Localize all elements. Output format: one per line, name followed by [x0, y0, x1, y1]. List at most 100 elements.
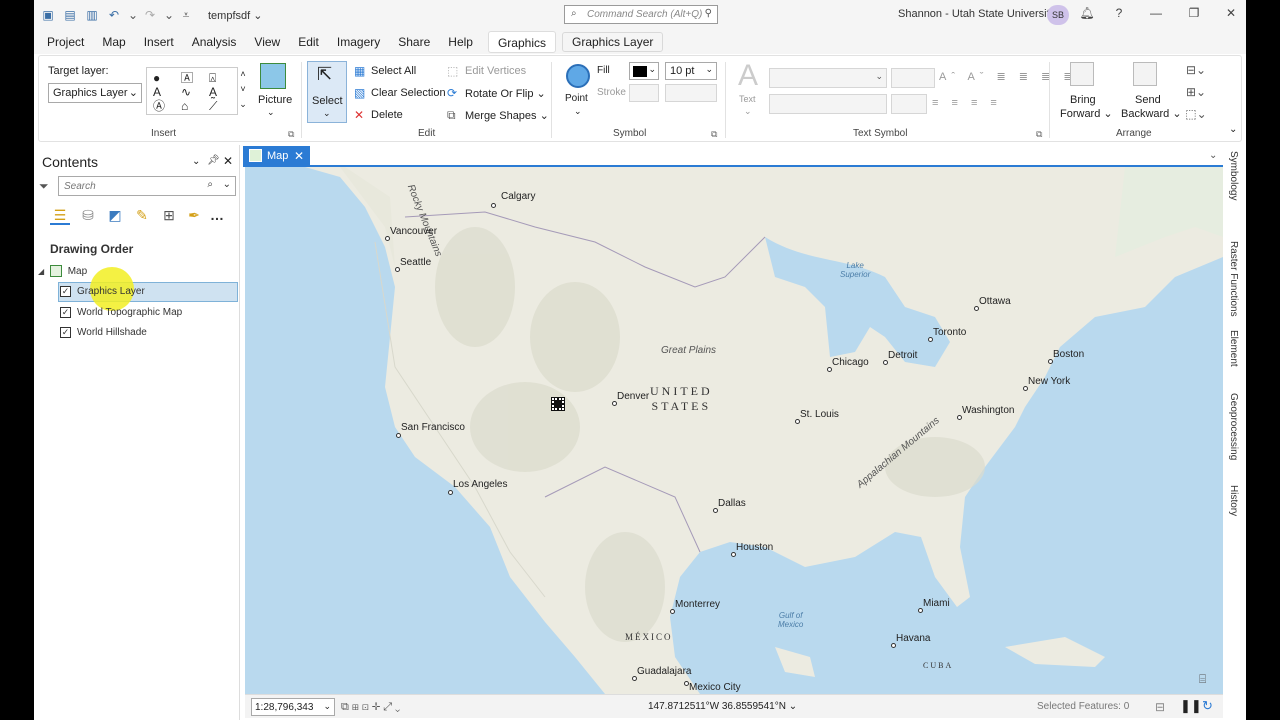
tab-share[interactable]: Share — [389, 31, 439, 53]
text-box-shape-icon[interactable]: 🄰 — [181, 71, 193, 85]
tab-map-view[interactable]: Map ✕ — [243, 146, 310, 166]
send-backward-dropdown[interactable]: Backward ⌄ — [1121, 107, 1182, 120]
tab-graphics[interactable]: Graphics — [487, 31, 556, 53]
list-by-data-source-icon[interactable]: ⛁ — [78, 205, 98, 225]
tab-edit[interactable]: Edit — [289, 31, 328, 53]
tab-map[interactable]: Map — [93, 31, 134, 53]
layer-world-topographic-map[interactable]: ✓ World Topographic Map — [60, 303, 182, 322]
pause-drawing-icon[interactable]: ❚❚ — [1180, 699, 1202, 713]
select-tool-button[interactable]: ⇱ Select ⌄ — [307, 61, 347, 123]
dock-tab-symbology[interactable]: Symbology — [1228, 151, 1239, 200]
send-backward-button[interactable]: Send — [1135, 94, 1161, 106]
splined-text-icon[interactable]: A̰ — [209, 85, 217, 99]
text-color-picker[interactable] — [891, 94, 927, 114]
undo-dropdown-icon[interactable]: ⌄ — [128, 7, 138, 23]
insert-dialog-launcher-icon[interactable]: ⧉ — [288, 127, 294, 141]
text-format-tools[interactable]: Aˆ Aˇ ≣ ≣ ≣ ≣ — [939, 70, 1078, 83]
point-dropdown-icon[interactable]: ⌄ — [574, 106, 582, 117]
new-project-icon[interactable]: ▣ — [40, 7, 56, 23]
restore-icon[interactable]: ❐ — [1186, 6, 1202, 20]
text-alignment-tools[interactable]: ≡ ≡ ≡ ≡ — [932, 97, 1002, 109]
fill-color-picker[interactable]: ⌄ — [629, 62, 659, 80]
tab-view[interactable]: View — [245, 31, 289, 53]
map-overview-icon[interactable]: ⌸ — [1199, 672, 1206, 686]
save-icon[interactable]: ▥ — [84, 7, 100, 23]
redo-dropdown-icon[interactable]: ⌄ — [164, 7, 174, 23]
circle-text-icon[interactable]: Ⓐ — [153, 99, 165, 113]
user-name[interactable]: Shannon - Utah State University — [898, 8, 1055, 20]
line-shape-icon[interactable]: ⟋ — [209, 99, 217, 113]
text-symbol-button[interactable]: Text — [739, 94, 756, 104]
dock-tab-history[interactable]: History — [1228, 485, 1239, 516]
scale-select[interactable]: 1:28,796,343 ⌄ — [251, 698, 335, 716]
shape-gallery[interactable]: ● 🄰 ⍓ A ∿ A̰ Ⓐ ⌂ ⟋ — [146, 67, 238, 115]
filter-icon[interactable]: ⏷ — [39, 179, 49, 193]
customize-toolbar-icon[interactable]: ⩡ — [178, 7, 194, 23]
picture-button[interactable]: Picture — [258, 94, 292, 106]
command-search-input[interactable]: ⌕ Command Search (Alt+Q) ⚲ — [564, 5, 718, 24]
microphone-icon[interactable]: ⚲ — [705, 8, 712, 19]
list-by-selection-icon[interactable]: ◩ — [105, 205, 125, 225]
target-layer-select[interactable]: Graphics Layer ⌄ — [48, 83, 142, 103]
project-name-menu[interactable]: tempfsdf ⌄ — [208, 9, 262, 22]
avatar[interactable]: SB — [1047, 5, 1069, 25]
text-symbol-dialog-launcher-icon[interactable]: ⧉ — [1036, 127, 1042, 141]
minimize-icon[interactable]: — — [1148, 6, 1164, 20]
pin-icon[interactable]: 📌︎ — [207, 154, 220, 168]
contents-search-input[interactable]: Search ⌕ ⌄ — [58, 176, 236, 196]
help-icon[interactable]: ? — [1111, 6, 1127, 20]
clear-selection-button[interactable]: Clear Selection — [371, 87, 446, 99]
gallery-scroll-icon[interactable]: ˄ ˅ ⌄ — [238, 67, 248, 112]
dock-tab-element[interactable]: Element — [1228, 330, 1239, 367]
layer-visibility-checkbox[interactable]: ✓ — [60, 306, 71, 318]
pane-options-icon[interactable]: ⌄ — [192, 155, 200, 169]
tab-help[interactable]: Help — [439, 31, 482, 53]
bring-forward-button[interactable]: Bring — [1070, 94, 1096, 106]
list-by-snapping-icon[interactable]: ⊞ — [159, 205, 179, 225]
tab-graphics-layer[interactable]: Graphics Layer — [562, 32, 664, 52]
font-name-select[interactable]: ⌄ — [769, 68, 887, 88]
refresh-icon[interactable]: ↻ — [1202, 699, 1213, 713]
selected-point-graphic[interactable] — [551, 397, 565, 411]
distribute-icon[interactable]: ⊞⌄ — [1183, 85, 1209, 99]
list-by-editing-icon[interactable]: ✎ — [132, 205, 152, 225]
polygon-text-icon[interactable]: ⌂ — [181, 99, 188, 113]
callout-shape-icon[interactable]: ⍓ — [209, 71, 216, 85]
symbol-dialog-launcher-icon[interactable]: ⧉ — [711, 127, 717, 141]
text-dropdown-icon[interactable]: ⌄ — [744, 106, 752, 117]
picture-dropdown-icon[interactable]: ⌄ — [267, 107, 275, 118]
point-symbol-button[interactable]: Point — [565, 93, 588, 104]
tab-imagery[interactable]: Imagery — [328, 31, 389, 53]
size-select[interactable]: 10 pt ⌄ — [665, 62, 717, 80]
layer-visibility-checkbox[interactable]: ✓ — [60, 326, 71, 338]
bring-forward-dropdown[interactable]: Forward ⌄ — [1060, 107, 1113, 120]
more-options-icon[interactable]: … — [207, 205, 227, 225]
align-icon[interactable]: ⊟⌄ — [1183, 63, 1209, 77]
layer-world-hillshade[interactable]: ✓ World Hillshade — [60, 323, 147, 342]
undo-icon[interactable]: ↶ — [106, 7, 122, 23]
map-canvas[interactable]: Rocky Mountains Great Plains Appalachian… — [245, 167, 1223, 694]
tab-analysis[interactable]: Analysis — [183, 31, 246, 53]
select-all-button[interactable]: Select All — [371, 65, 416, 77]
text-shape-icon[interactable]: A — [153, 85, 161, 99]
coordinates-readout[interactable]: 147.8712511°W 36.8559541°N ⌄ — [648, 701, 797, 712]
stroke-width-input[interactable] — [665, 84, 717, 102]
open-project-icon[interactable]: ▤ — [62, 7, 78, 23]
search-options-icon[interactable]: ⌄ — [223, 179, 231, 190]
close-pane-icon[interactable]: ✕ — [223, 154, 233, 168]
layer-graphics-layer[interactable]: ✓ Graphics Layer — [60, 282, 145, 301]
curved-text-icon[interactable]: ∿ — [181, 85, 191, 99]
point-shape-icon[interactable]: ● — [153, 71, 160, 85]
notification-bell-icon[interactable]: 🔔︎ — [1079, 6, 1095, 20]
close-icon[interactable]: ✕ — [1223, 6, 1239, 20]
merge-shapes-button[interactable]: Merge Shapes ⌄ — [465, 109, 549, 122]
view-options-icon[interactable]: ⌄ — [1209, 149, 1217, 163]
font-size-select[interactable] — [891, 68, 935, 88]
collapse-ribbon-icon[interactable]: ⌄ — [1229, 123, 1237, 137]
redo-icon[interactable]: ↷ — [142, 7, 158, 23]
collapse-arrow-icon[interactable]: ◢ — [38, 267, 44, 276]
layer-visibility-checkbox[interactable]: ✓ — [60, 285, 71, 297]
group-icon[interactable]: ⬚⌄ — [1183, 107, 1209, 121]
list-by-drawing-order-icon[interactable]: ☰ — [50, 205, 70, 225]
status-toolbar-icons[interactable]: ⧉⊞⊡✛⤢⌄ — [341, 700, 441, 714]
